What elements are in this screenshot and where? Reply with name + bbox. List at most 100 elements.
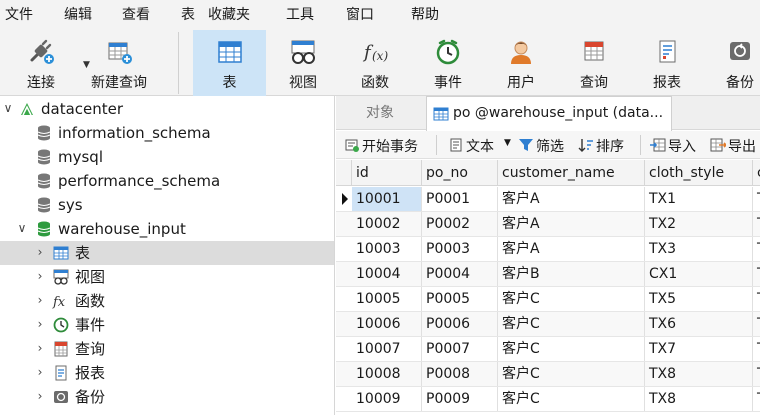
cell-clipped[interactable]: T <box>753 237 760 261</box>
cell-clipped[interactable]: T <box>753 287 760 311</box>
chevron-right-icon[interactable]: › <box>34 365 46 379</box>
cell-po-no[interactable]: P0003 <box>422 237 498 261</box>
menu-edit[interactable]: 编辑 <box>64 6 92 24</box>
cell-id[interactable]: 10004 <box>352 262 422 286</box>
cell-cloth-style[interactable]: TX1 <box>645 187 753 211</box>
query-button[interactable]: 查询 <box>559 30 629 96</box>
chevron-right-icon[interactable]: › <box>34 269 46 283</box>
tab-objects[interactable]: 对象 <box>336 96 424 130</box>
tree-item-functions[interactable]: › fx 函数 <box>0 289 334 313</box>
export-button[interactable]: 导出 <box>710 135 760 155</box>
cell-customer-name[interactable]: 客户C <box>498 287 645 311</box>
event-button[interactable]: 事件 <box>413 30 483 96</box>
cell-po-no[interactable]: P0008 <box>422 362 498 386</box>
cell-clipped[interactable]: T <box>753 262 760 286</box>
menu-window[interactable]: 窗口 <box>346 6 374 24</box>
cell-id[interactable]: 10007 <box>352 337 422 361</box>
tab-po-table[interactable]: po @warehouse_input (data... <box>426 96 672 131</box>
cell-customer-name[interactable]: 客户C <box>498 337 645 361</box>
cell-cloth-style[interactable]: TX8 <box>645 387 753 411</box>
cell-cloth-style[interactable]: TX3 <box>645 237 753 261</box>
cell-customer-name[interactable]: 客户A <box>498 212 645 236</box>
menu-tools[interactable]: 工具 <box>286 6 314 24</box>
import-button[interactable]: 导入 <box>650 135 706 155</box>
tree-database[interactable]: information_schema <box>0 121 334 145</box>
tree-item-views[interactable]: › 视图 <box>0 265 334 289</box>
table-row[interactable]: 10008P0008客户CTX8T <box>336 362 760 387</box>
tree-open-database[interactable]: ∨ warehouse_input <box>0 217 334 241</box>
cell-clipped[interactable]: T <box>753 337 760 361</box>
report-button[interactable]: 报表 <box>632 30 702 96</box>
cell-cloth-style[interactable]: TX5 <box>645 287 753 311</box>
new-query-button[interactable]: 新建查询 <box>84 30 154 96</box>
text-button[interactable]: 文本 ▼ <box>448 135 512 155</box>
cell-id[interactable]: 10006 <box>352 312 422 336</box>
table-row[interactable]: 10006P0006客户CTX6T <box>336 312 760 337</box>
tree-database[interactable]: mysql <box>0 145 334 169</box>
cell-customer-name[interactable]: 客户A <box>498 187 645 211</box>
cell-id[interactable]: 10003 <box>352 237 422 261</box>
tree-item-backups[interactable]: › 备份 <box>0 385 334 409</box>
menu-table[interactable]: 表 <box>181 6 195 24</box>
row-indicator[interactable] <box>336 312 352 336</box>
tree-database[interactable]: sys <box>0 193 334 217</box>
cell-cloth-style[interactable]: TX7 <box>645 337 753 361</box>
chevron-right-icon[interactable]: › <box>34 317 46 331</box>
cell-clipped[interactable]: T <box>753 362 760 386</box>
chevron-down-icon[interactable]: ∨ <box>2 101 14 115</box>
cell-customer-name[interactable]: 客户C <box>498 312 645 336</box>
cell-clipped[interactable]: T <box>753 212 760 236</box>
filter-button[interactable]: 筛选 <box>518 135 578 155</box>
chevron-down-icon[interactable]: ▼ <box>504 138 511 148</box>
cell-cloth-style[interactable]: TX6 <box>645 312 753 336</box>
menu-view[interactable]: 查看 <box>122 6 150 24</box>
column-header-customer-name[interactable]: customer_name <box>498 160 645 186</box>
view-button[interactable]: 视图 <box>268 30 338 96</box>
table-row[interactable]: 10007P0007客户CTX7T <box>336 337 760 362</box>
cell-id[interactable]: 10002 <box>352 212 422 236</box>
tree-connection[interactable]: ∨ datacenter <box>0 97 334 121</box>
cell-po-no[interactable]: P0001 <box>422 187 498 211</box>
menu-favorites[interactable]: 收藏夹 <box>208 6 250 24</box>
cell-cloth-style[interactable]: CX1 <box>645 262 753 286</box>
function-button[interactable]: f (x) 函数 <box>340 30 410 96</box>
cell-cloth-style[interactable]: TX8 <box>645 362 753 386</box>
tree-database[interactable]: performance_schema <box>0 169 334 193</box>
connect-button[interactable]: 连接 ▼ <box>8 30 90 96</box>
tree-item-queries[interactable]: › 查询 <box>0 337 334 361</box>
cell-clipped[interactable]: T <box>753 387 760 411</box>
cell-po-no[interactable]: P0002 <box>422 212 498 236</box>
row-indicator[interactable] <box>336 237 352 261</box>
row-indicator[interactable] <box>336 187 352 211</box>
cell-po-no[interactable]: P0005 <box>422 287 498 311</box>
row-indicator[interactable] <box>336 212 352 236</box>
cell-id[interactable]: 10005 <box>352 287 422 311</box>
backup-button[interactable]: 备份 <box>705 30 760 96</box>
cell-id[interactable]: 10008 <box>352 362 422 386</box>
chevron-right-icon[interactable]: › <box>34 293 46 307</box>
sort-button[interactable]: 排序 <box>578 135 638 155</box>
cell-id[interactable]: 10001 <box>352 187 422 211</box>
chevron-right-icon[interactable]: › <box>34 389 46 403</box>
cell-po-no[interactable]: P0004 <box>422 262 498 286</box>
row-indicator[interactable] <box>336 337 352 361</box>
menu-help[interactable]: 帮助 <box>411 6 439 24</box>
menu-file[interactable]: 文件 <box>5 6 33 24</box>
tree-item-reports[interactable]: › 报表 <box>0 361 334 385</box>
table-row[interactable]: 10004P0004客户BCX1T <box>336 262 760 287</box>
table-row[interactable]: 10001P0001客户ATX1T <box>336 187 760 212</box>
table-row[interactable]: 10002P0002客户ATX2T <box>336 212 760 237</box>
cell-customer-name[interactable]: 客户B <box>498 262 645 286</box>
cell-customer-name[interactable]: 客户C <box>498 387 645 411</box>
table-row[interactable]: 10005P0005客户CTX5T <box>336 287 760 312</box>
cell-cloth-style[interactable]: TX2 <box>645 212 753 236</box>
tree-item-tables[interactable]: › 表 <box>0 241 334 265</box>
table-row[interactable]: 10003P0003客户ATX3T <box>336 237 760 262</box>
cell-clipped[interactable]: T <box>753 312 760 336</box>
cell-customer-name[interactable]: 客户C <box>498 362 645 386</box>
chevron-right-icon[interactable]: › <box>34 341 46 355</box>
row-indicator[interactable] <box>336 262 352 286</box>
begin-transaction-button[interactable]: 开始事务 <box>344 135 430 155</box>
column-header-cloth-style[interactable]: cloth_style <box>645 160 753 186</box>
user-button[interactable]: 用户 <box>486 30 556 96</box>
